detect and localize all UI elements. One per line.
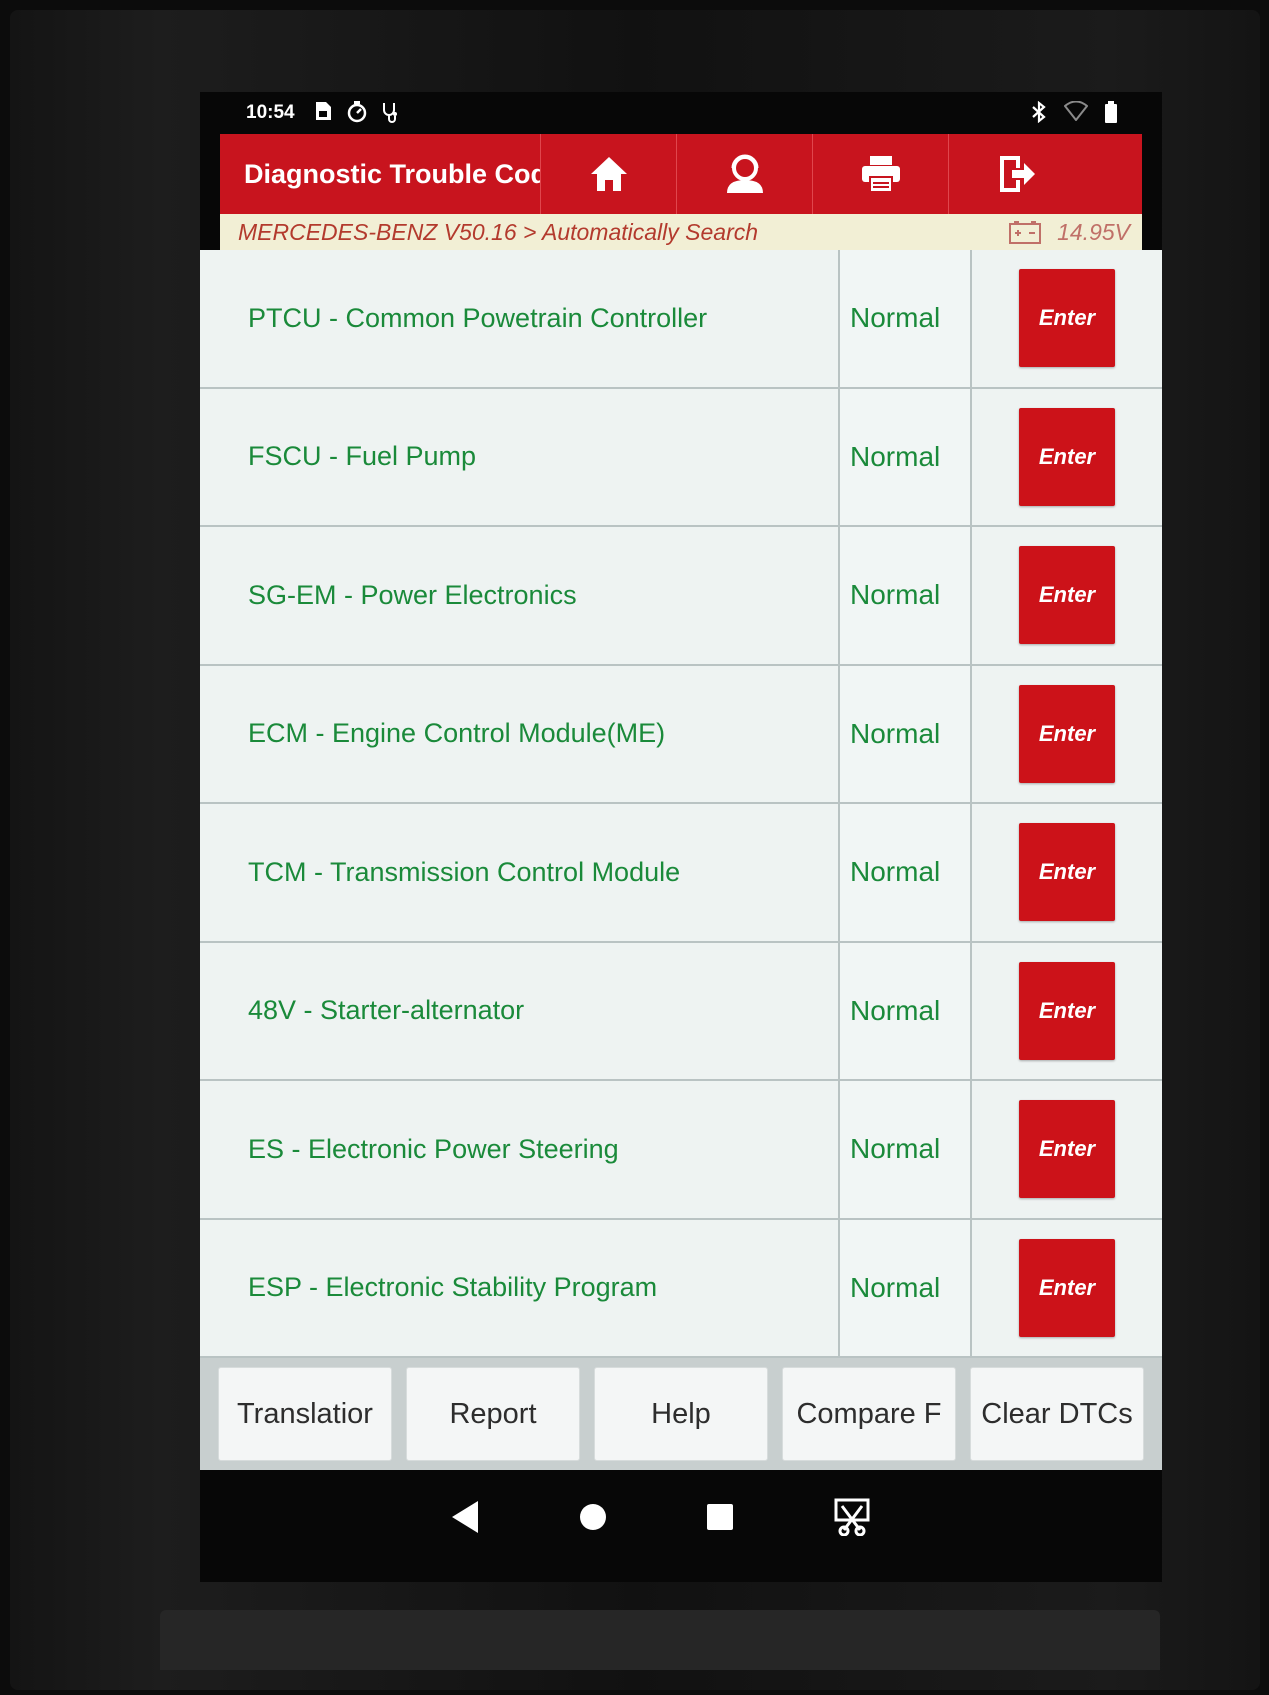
list-item: PTCU - Common Powetrain Controller Norma…	[200, 250, 1162, 389]
module-name: FSCU - Fuel Pump	[200, 388, 840, 525]
status-time: 10:54	[246, 102, 295, 123]
print-button[interactable]	[812, 134, 948, 214]
app-header: Diagnostic Trouble Cod	[220, 134, 1142, 214]
print-icon	[861, 156, 900, 193]
enter-button[interactable]: Enter	[1019, 269, 1115, 368]
clear-dtcs-button[interactable]: Clear DTCs	[970, 1367, 1144, 1461]
module-name: TCM - Transmission Control Module	[200, 804, 840, 941]
wifi-icon	[1063, 100, 1089, 123]
module-status: Normal	[840, 804, 972, 941]
navigation-bar	[200, 1470, 1162, 1582]
bottom-toolbar: Translatior Report Help Compare F Clear …	[200, 1358, 1162, 1470]
list-item: 48V - Starter-alternator Normal Enter	[200, 942, 1162, 1081]
breadcrumb-path: MERCEDES-BENZ V50.16 > Automatically Sea…	[238, 218, 759, 245]
back-icon[interactable]	[450, 1500, 480, 1539]
list-item: FSCU - Fuel Pump Normal Enter	[200, 388, 1162, 527]
module-name: 48V - Starter-alternator	[200, 942, 840, 1079]
stethoscope-icon	[380, 101, 402, 123]
translation-button[interactable]: Translatior	[218, 1367, 392, 1461]
enter-button[interactable]: Enter	[1019, 1238, 1115, 1337]
module-name: ECM - Engine Control Module(ME)	[200, 665, 840, 802]
module-status: Normal	[840, 665, 972, 802]
support-person-icon	[726, 154, 763, 193]
battery-icon	[1100, 101, 1122, 123]
enter-button[interactable]: Enter	[1019, 546, 1115, 645]
module-name: SG-EM - Power Electronics	[200, 527, 840, 664]
module-status: Normal	[840, 1081, 972, 1218]
enter-button[interactable]: Enter	[1019, 407, 1115, 506]
list-item: ESP - Electronic Stability Program Norma…	[200, 1219, 1162, 1358]
module-status: Normal	[840, 250, 972, 387]
home-circle-icon[interactable]	[578, 1502, 608, 1537]
module-status: Normal	[840, 527, 972, 664]
page-title: Diagnostic Trouble Cod	[244, 158, 540, 189]
report-button[interactable]: Report	[406, 1367, 580, 1461]
support-button[interactable]	[676, 134, 812, 214]
module-status: Normal	[840, 942, 972, 1079]
enter-button[interactable]: Enter	[1019, 823, 1115, 922]
exit-button[interactable]	[948, 134, 1084, 214]
breadcrumb: MERCEDES-BENZ V50.16 > Automatically Sea…	[220, 214, 1142, 250]
help-button[interactable]: Help	[594, 1367, 768, 1461]
list-item: ES - Electronic Power Steering Normal En…	[200, 1081, 1162, 1220]
screenshot-icon[interactable]	[834, 1498, 870, 1541]
device-bezel	[160, 1610, 1160, 1670]
module-name: ES - Electronic Power Steering	[200, 1081, 840, 1218]
enter-button[interactable]: Enter	[1019, 961, 1115, 1060]
list-item: SG-EM - Power Electronics Normal Enter	[200, 527, 1162, 666]
voltage-value: 14.95V	[1057, 218, 1130, 245]
list-item: TCM - Transmission Control Module Normal…	[200, 804, 1162, 943]
screen: 10:54 Diagnostic Trouble Cod MERCEDES-BE…	[200, 92, 1162, 1582]
exit-icon	[999, 156, 1035, 192]
enter-button[interactable]: Enter	[1019, 684, 1115, 783]
sim-card-icon	[312, 101, 334, 123]
status-bar: 10:54	[200, 92, 1162, 134]
module-name: ESP - Electronic Stability Program	[200, 1219, 840, 1356]
module-status: Normal	[840, 388, 972, 525]
timer-icon	[346, 101, 368, 123]
enter-button[interactable]: Enter	[1019, 1100, 1115, 1199]
list-item: ECM - Engine Control Module(ME) Normal E…	[200, 665, 1162, 804]
bluetooth-icon	[1028, 100, 1050, 124]
home-icon	[590, 157, 627, 191]
battery-voltage-icon	[1009, 221, 1042, 244]
module-list: PTCU - Common Powetrain Controller Norma…	[200, 250, 1162, 1358]
recents-icon[interactable]	[706, 1503, 734, 1536]
home-button[interactable]	[540, 134, 676, 214]
module-name: PTCU - Common Powetrain Controller	[200, 250, 840, 387]
compare-button[interactable]: Compare F	[782, 1367, 956, 1461]
module-status: Normal	[840, 1219, 972, 1356]
